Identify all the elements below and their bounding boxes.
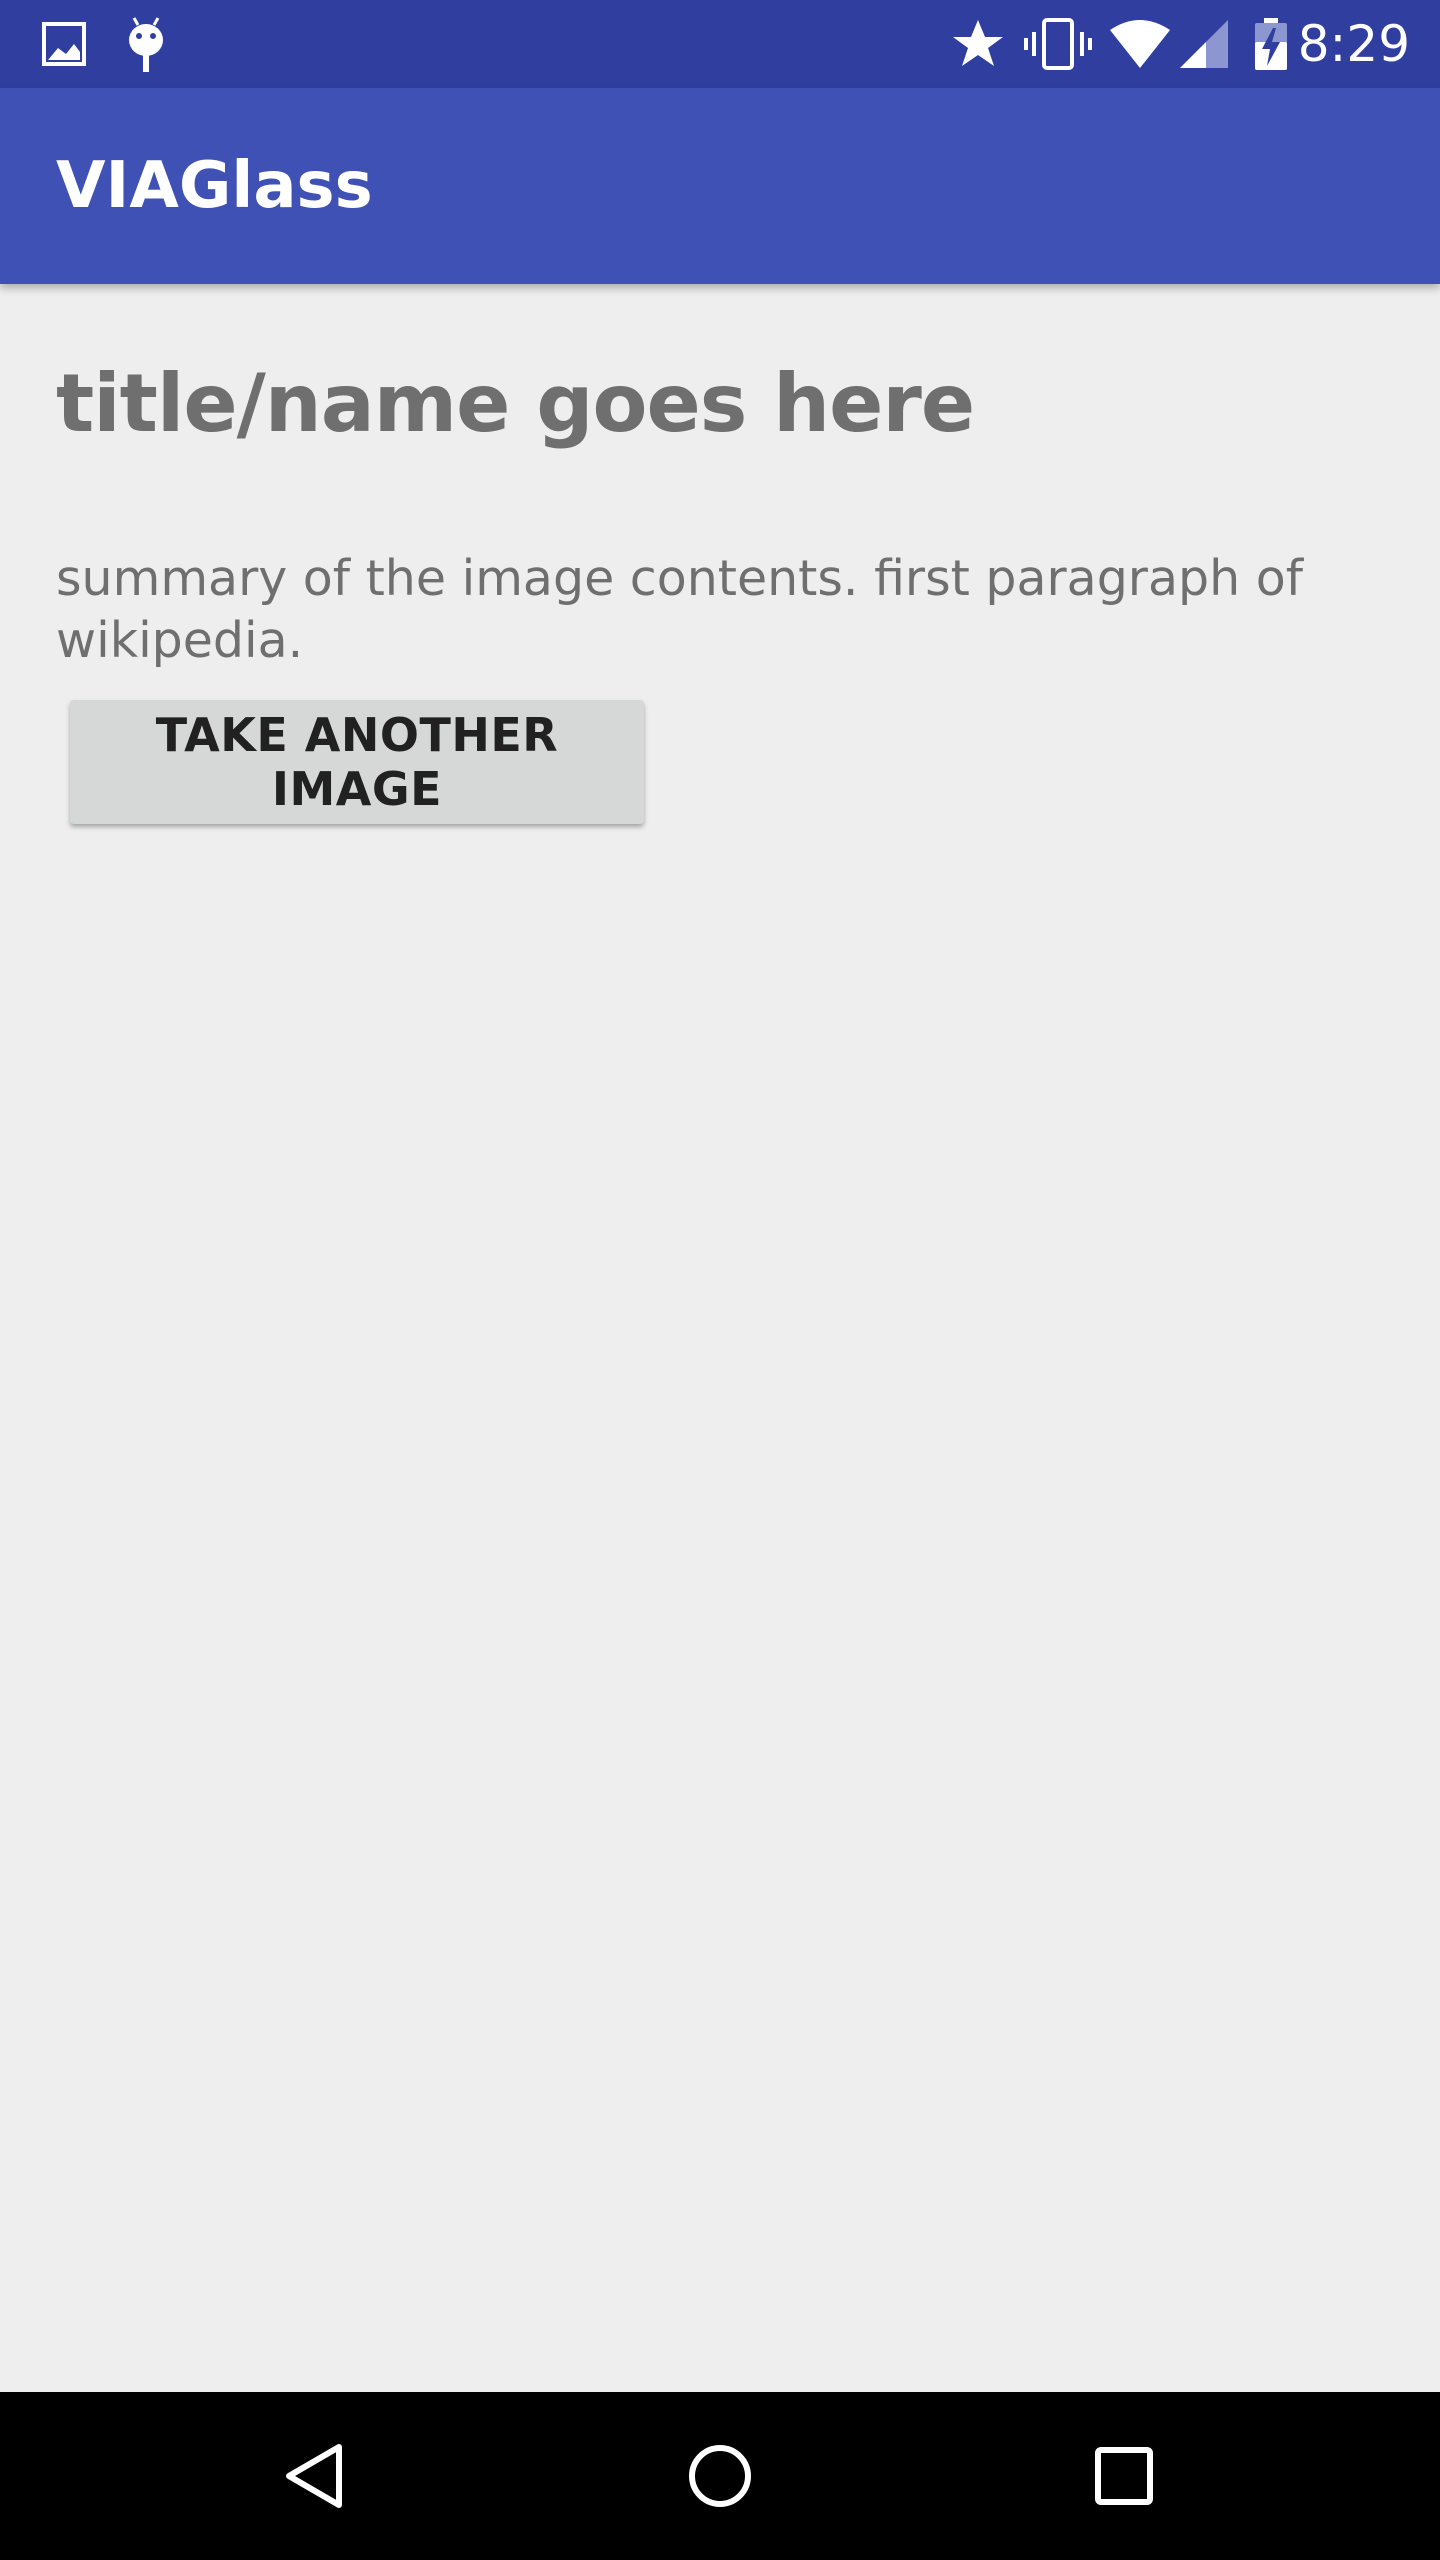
vibrate-icon (1024, 16, 1092, 72)
app-title: VIAGlass (56, 149, 373, 223)
wifi-icon (1108, 16, 1172, 72)
home-icon[interactable] (670, 2426, 770, 2526)
summary-text: summary of the image contents. first par… (56, 550, 1303, 669)
status-bar: 8:29 (0, 0, 1440, 88)
android-debug-icon (122, 14, 174, 74)
screen: 8:29 VIAGlass title/name goes here summa… (0, 0, 1440, 2560)
take-another-image-button[interactable]: TAKE ANOTHER IMAGE (70, 700, 644, 824)
star-icon (950, 16, 1006, 72)
signal-icon (1176, 16, 1230, 72)
back-icon[interactable] (266, 2426, 366, 2526)
page-title: title/name goes here (56, 357, 975, 450)
battery-charging-icon (1252, 16, 1290, 72)
recents-icon[interactable] (1074, 2426, 1174, 2526)
navigation-bar (0, 2392, 1440, 2560)
image-icon (40, 18, 92, 70)
status-time: 8:29 (1297, 15, 1410, 73)
app-bar: VIAGlass (0, 88, 1440, 284)
